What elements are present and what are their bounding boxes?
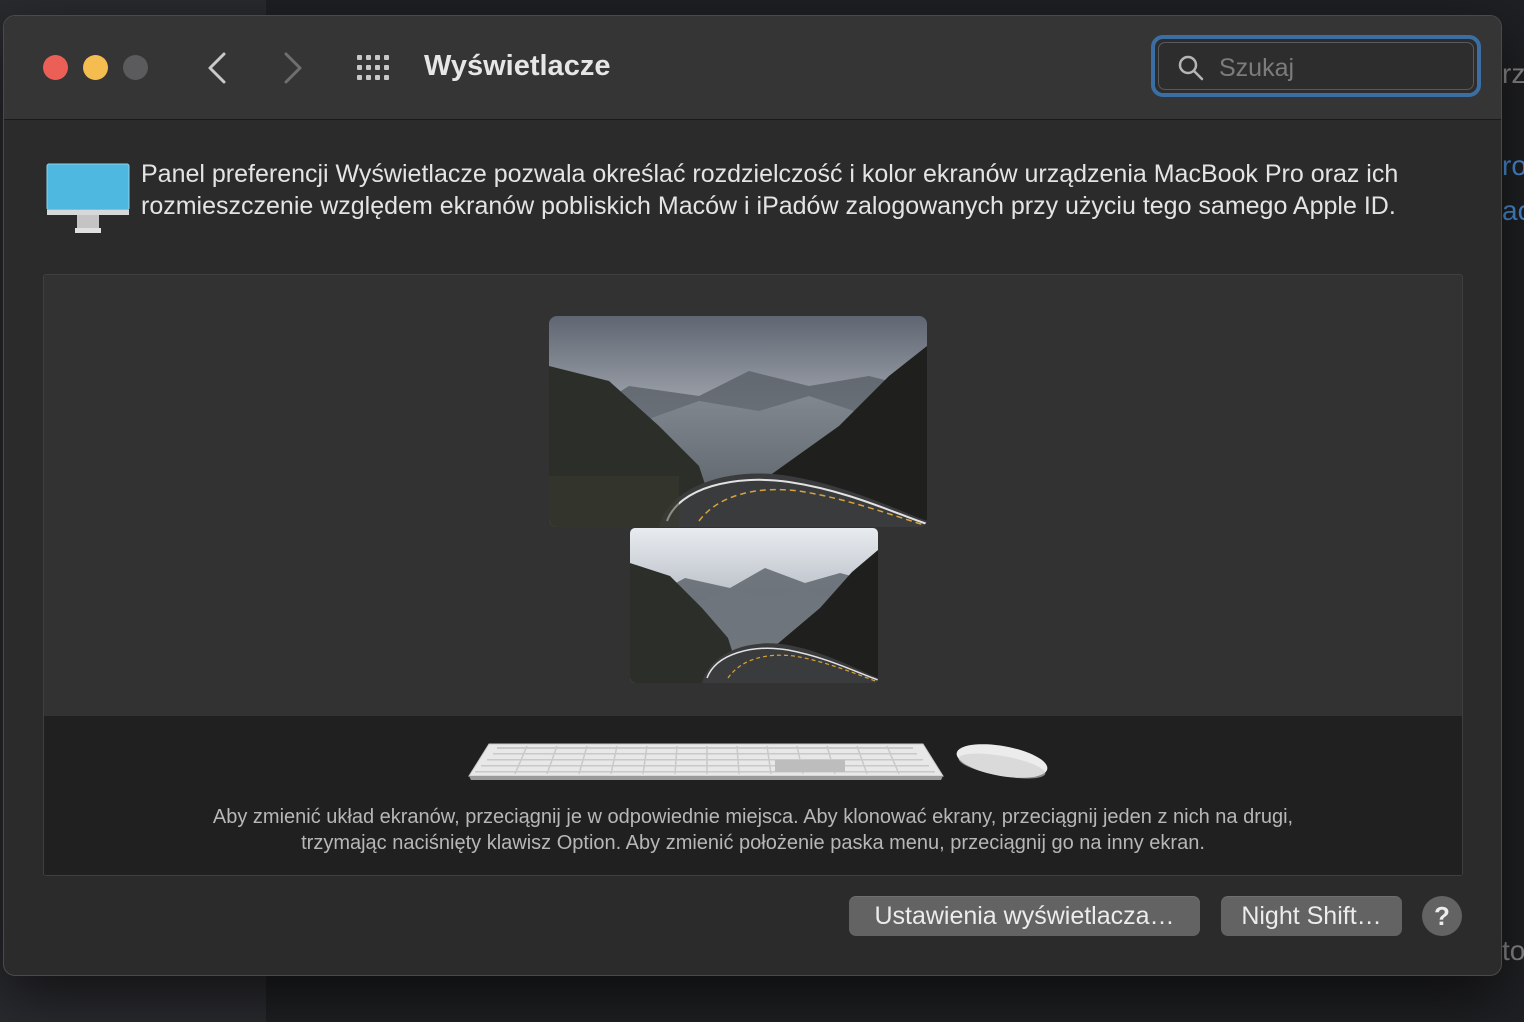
display-monitor-icon — [46, 163, 130, 233]
help-button[interactable]: ? — [1422, 896, 1462, 936]
grid-icon — [357, 55, 389, 80]
show-all-button[interactable] — [356, 53, 392, 83]
background-text-fragment: to — [1502, 935, 1524, 966]
search-icon — [1178, 55, 1204, 81]
mouse-icon — [956, 744, 1048, 779]
zoom-window-button-disabled — [123, 55, 148, 80]
search-field[interactable] — [1151, 35, 1481, 97]
background-text-fragment: rz — [1502, 58, 1524, 89]
minimize-window-button[interactable] — [83, 55, 108, 80]
toolbar: Wyświetlacze — [4, 16, 1501, 120]
night-shift-button[interactable]: Night Shift… — [1221, 896, 1402, 936]
wallpaper-image — [549, 316, 927, 527]
displays-preferences-window: Wyświetlacze Panel preferencji Wyświetla… — [3, 15, 1502, 976]
chevron-left-icon — [208, 52, 226, 84]
display-arrangement-area: Aby zmienić układ ekranów, przeciągnij j… — [43, 274, 1463, 876]
background-link-fragment: ac — [1502, 195, 1524, 226]
search-input[interactable] — [1217, 49, 1461, 87]
forward-button[interactable] — [276, 50, 310, 86]
secondary-display-thumbnail[interactable] — [630, 528, 878, 683]
main-display-thumbnail[interactable] — [549, 316, 927, 527]
chevron-right-icon — [284, 52, 302, 84]
display-settings-button[interactable]: Ustawienia wyświetlacza… — [849, 896, 1200, 936]
background-link-fragment: ro — [1502, 150, 1524, 181]
instructions-line: trzymając naciśnięty klawisz Option. Aby… — [301, 832, 1205, 854]
arrangement-instructions: Aby zmienić układ ekranów, przeciągnij j… — [44, 804, 1462, 856]
back-button[interactable] — [200, 50, 234, 86]
wallpaper-image — [630, 528, 878, 683]
window-title: Wyświetlacze — [424, 50, 611, 82]
keyboard-icon — [468, 743, 944, 780]
intro-description: Panel preferencji Wyświetlacze pozwala o… — [141, 160, 1399, 220]
close-window-button[interactable] — [43, 55, 68, 80]
instructions-line: Aby zmienić układ ekranów, przeciągnij j… — [212, 806, 1294, 828]
